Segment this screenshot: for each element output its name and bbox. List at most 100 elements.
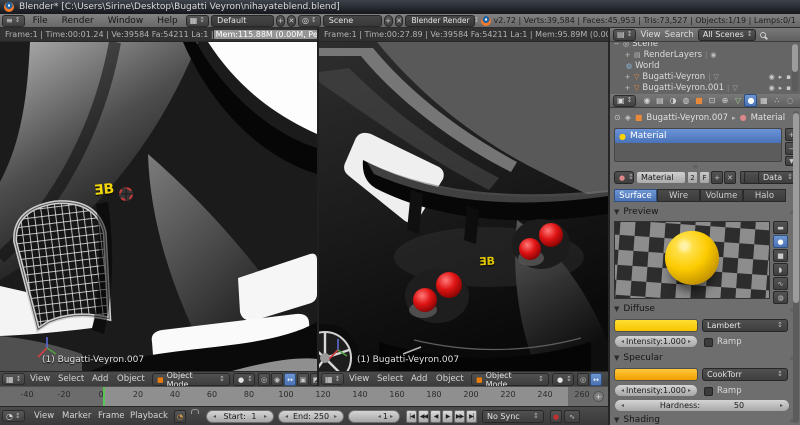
shading-selector[interactable]: ● ↕ xyxy=(233,373,255,386)
tab-volume[interactable]: Volume xyxy=(700,189,743,202)
manipulator-button-translate[interactable]: ↔ xyxy=(284,373,296,386)
pivot-point-button[interactable]: ◎ xyxy=(258,373,270,386)
tab-surface[interactable]: Surface xyxy=(614,189,657,202)
tab-world-icon[interactable]: ◍ xyxy=(679,94,692,107)
screen-layout-icon-button[interactable]: ▦ ↕ xyxy=(186,15,209,27)
manipulator-button-0[interactable]: ◉ xyxy=(271,373,283,386)
preview-hair-button[interactable]: ∿ xyxy=(773,277,788,290)
selectable-arrow-icon[interactable]: ▸ xyxy=(779,84,783,92)
menu-object[interactable]: Object xyxy=(117,373,145,386)
audio-scrub-icon[interactable]: ∿ xyxy=(564,410,580,423)
outliner-filter-selector[interactable]: All Scenes ↕ xyxy=(698,29,756,41)
properties-scrollbar[interactable] xyxy=(793,111,799,423)
outliner-tree[interactable]: − ◎ Scene + ▤ RenderLayers | ◉ ◍ World +… xyxy=(610,42,800,94)
diffuse-color-swatch[interactable] xyxy=(614,319,698,332)
tab-material-icon[interactable]: ● xyxy=(744,94,757,107)
end-frame-field[interactable]: End: 250 xyxy=(278,410,344,423)
menu-view[interactable]: View xyxy=(34,410,54,423)
jump-to-end-button[interactable]: ▶| xyxy=(466,410,477,423)
tab-halo[interactable]: Halo xyxy=(743,189,786,202)
mode-selector[interactable]: ■ Object Mode ↕ xyxy=(152,373,230,386)
hardness-slider[interactable]: Hardness: 50 xyxy=(614,399,790,412)
viewport-right-canvas[interactable]: ƎB (1) Bugatti-Veyron.007 xyxy=(319,42,608,371)
menu-marker[interactable]: Marker xyxy=(62,410,91,423)
menu-object[interactable]: Object xyxy=(436,373,464,386)
specular-intensity-slider[interactable]: Intensity: 1.000 xyxy=(614,384,698,397)
menu-view[interactable]: View xyxy=(30,373,50,386)
material-slot-list[interactable]: ● Material xyxy=(614,128,782,162)
panel-header-shading[interactable]: ▼ Shading ≡ xyxy=(614,415,796,425)
manipulator-button-2[interactable]: ▣ xyxy=(297,373,309,386)
cursor-3d-icon[interactable] xyxy=(119,187,133,201)
next-keyframe-button[interactable]: ▶▶ xyxy=(454,410,465,423)
menu-help[interactable]: Help xyxy=(151,16,184,26)
window-titlebar[interactable]: Blender* [C:\Users\Sirine\Desktop\Bugatt… xyxy=(0,0,800,14)
menu-view[interactable]: View xyxy=(640,30,660,40)
diffuse-ramp-toggle[interactable]: Ramp xyxy=(704,337,742,347)
new-material-button[interactable]: + xyxy=(711,171,723,184)
editor-type-button[interactable]: ≡ ↕ xyxy=(2,15,25,27)
renderable-camera-icon[interactable]: ▪ xyxy=(786,73,791,81)
editor-type-button[interactable]: ◔ ↕ xyxy=(2,410,25,422)
menu-select[interactable]: Select xyxy=(58,373,84,386)
unlink-material-button[interactable]: ✕ xyxy=(724,171,736,184)
viewport-left[interactable]: Frame:1 | Time:00:01.24 | Ve:39584 Fa:54… xyxy=(0,28,317,386)
viewport-left-canvas[interactable]: ƎB (1) Bugatti-Veyron.007 xyxy=(0,42,317,371)
panel-header-specular[interactable]: ▼ Specular ≡ xyxy=(614,353,796,363)
users-count-button[interactable]: 2 xyxy=(687,171,698,184)
mode-selector[interactable]: ■ Object Mode ↕ xyxy=(471,373,549,386)
tab-particles-icon[interactable]: ∴ xyxy=(770,94,783,107)
jump-to-start-button[interactable]: |◀ xyxy=(406,410,417,423)
outliner-scrollbar[interactable] xyxy=(792,44,798,92)
menu-file[interactable]: File xyxy=(27,16,54,26)
renderable-camera-icon[interactable]: ▪ xyxy=(786,84,791,92)
diffuse-intensity-slider[interactable]: Intensity: 1.000 xyxy=(614,335,698,348)
visibility-eye-icon[interactable]: ◉ xyxy=(769,73,775,81)
tool-icon[interactable]: ◈ xyxy=(625,114,631,122)
outliner-row-world[interactable]: ◍ World xyxy=(610,61,800,71)
expand-icon[interactable]: + xyxy=(624,73,631,81)
browse-material-button[interactable]: ● ↕ xyxy=(614,171,634,184)
menu-view[interactable]: View xyxy=(349,373,369,386)
visibility-eye-icon[interactable]: ◉ xyxy=(769,84,775,92)
search-icon[interactable] xyxy=(760,32,766,38)
preview-flat-button[interactable]: ▬ xyxy=(773,221,788,234)
menu-window[interactable]: Window xyxy=(102,16,150,26)
tab-render-layers-icon[interactable]: ▤ xyxy=(653,94,666,107)
specular-shader-selector[interactable]: CookTorr ↕ xyxy=(702,368,788,381)
menu-select[interactable]: Select xyxy=(377,373,403,386)
sync-mode-selector[interactable]: No Sync ↕ xyxy=(482,410,544,423)
material-slot-selected[interactable]: ● Material xyxy=(615,129,781,143)
play-button[interactable]: ▶ xyxy=(442,410,453,423)
screen-layout-selector[interactable]: Default xyxy=(211,15,274,27)
shading-selector[interactable]: ● ↕ xyxy=(552,373,574,386)
menu-render[interactable]: Render xyxy=(56,16,100,26)
diffuse-shader-selector[interactable]: Lambert ↕ xyxy=(702,319,788,332)
viewport-right[interactable]: Frame:1 | Time:00:27.89 | Ve:39584 Fa:54… xyxy=(319,28,608,386)
specular-ramp-toggle[interactable]: Ramp xyxy=(704,386,742,396)
timeline-ruler[interactable]: -40 -20 0 20 40 60 80 100 120 140 160 18… xyxy=(0,386,608,406)
current-frame-playhead[interactable] xyxy=(103,387,105,407)
tab-texture-icon[interactable]: ▦ xyxy=(757,94,770,107)
panel-header-preview[interactable]: ▼ Preview ≡ xyxy=(614,207,796,217)
outliner-row-bugatti-veyron-001[interactable]: + ▽ Bugatti-Veyron.001 | ▽ ◉ ▸ ▪ xyxy=(610,83,800,93)
fake-user-button[interactable]: F xyxy=(699,171,710,184)
add-layout-button[interactable]: + xyxy=(276,15,285,27)
outliner-row-renderlayers[interactable]: + ▤ RenderLayers | ◉ xyxy=(610,50,800,60)
data-link-selector[interactable]: Data ↕ xyxy=(758,171,798,184)
expand-panel-icon[interactable]: + xyxy=(593,391,604,402)
pin-icon[interactable]: ⊙ xyxy=(614,114,621,122)
preview-monkey-button[interactable]: ◗ xyxy=(773,263,788,276)
tab-scene-icon[interactable]: ◑ xyxy=(666,94,679,107)
collapse-icon[interactable]: − xyxy=(613,42,620,48)
preview-sphere-button[interactable]: ● xyxy=(773,235,788,248)
editor-type-button[interactable]: ▦ ↕ xyxy=(2,373,25,385)
resize-grip-icon[interactable]: ≡ xyxy=(692,162,699,171)
menu-playback[interactable]: Playback xyxy=(130,410,168,423)
render-engine-selector[interactable]: Blender Render ↕ xyxy=(405,15,475,27)
prev-keyframe-button[interactable]: ◀◀ xyxy=(418,410,429,423)
preview-world-button[interactable]: ◍ xyxy=(773,291,788,304)
tab-render-icon[interactable]: ◉ xyxy=(640,94,653,107)
expand-icon[interactable]: + xyxy=(624,84,631,92)
scene-icon-button[interactable]: ◎ ↕ xyxy=(298,15,321,27)
